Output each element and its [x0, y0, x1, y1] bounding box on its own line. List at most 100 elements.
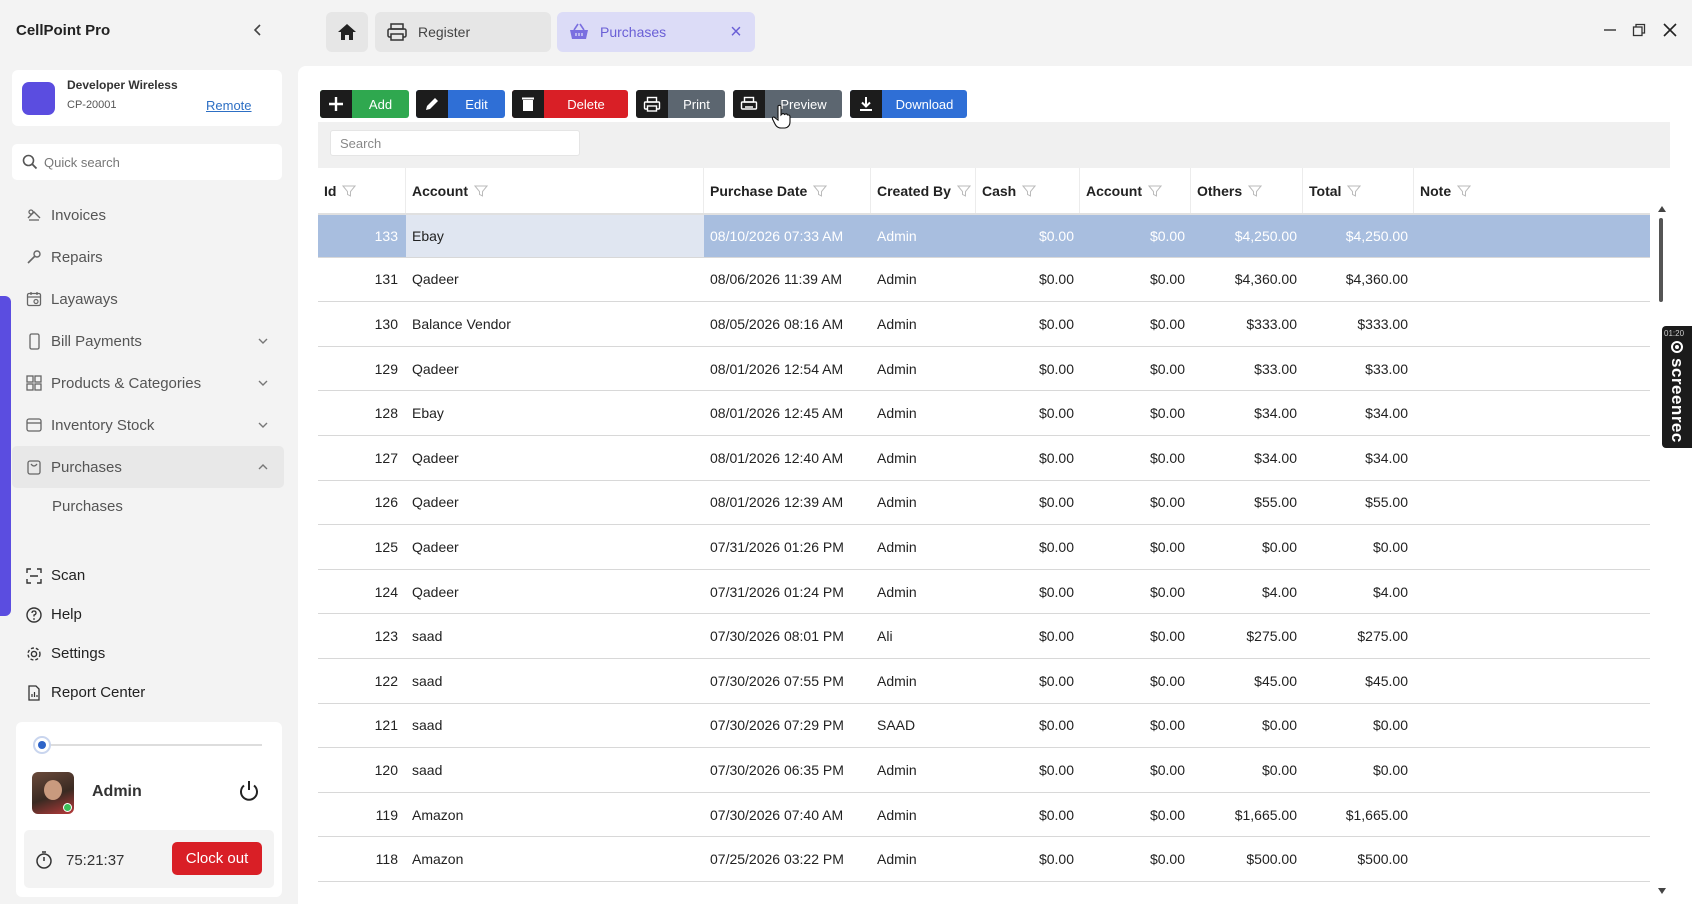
cell-others: $45.00: [1254, 672, 1297, 689]
filter-icon[interactable]: [956, 184, 971, 198]
clock-out-button[interactable]: Clock out: [172, 842, 262, 875]
table-row[interactable]: 119 Amazon 07/30/2026 07:40 AM Admin $0.00 $0…: [318, 793, 1650, 838]
stopwatch-icon: [36, 851, 52, 869]
download-icon: [850, 90, 882, 118]
recorder-label: screenrec: [1668, 358, 1687, 443]
filter-icon[interactable]: [1347, 184, 1362, 198]
close-window-button[interactable]: [1658, 18, 1682, 42]
cell-cash: $0.00: [1038, 494, 1074, 511]
power-button[interactable]: [236, 778, 262, 804]
wrench-icon: [24, 247, 44, 267]
table-row[interactable]: 120 saad 07/30/2026 06:35 PM Admin $0.00 $0.0…: [318, 748, 1650, 793]
sidebar-item-label: Settings: [51, 645, 106, 662]
avatar: [32, 772, 74, 814]
table-row[interactable]: 124 Qadeer 07/31/2026 01:24 PM Admin $0.00 $0…: [318, 570, 1650, 615]
column-header-account-amount[interactable]: Account: [1080, 168, 1191, 213]
table-row[interactable]: 133 Ebay 08/10/2026 07:33 AM Admin $0.00 $0.0…: [318, 213, 1650, 258]
cell-account-amount: $0.00: [1149, 271, 1185, 288]
user-card: Admin 75:21:37 Clock out: [16, 722, 282, 897]
edit-button[interactable]: Edit: [416, 90, 505, 118]
sidebar-item-settings[interactable]: Settings: [12, 634, 284, 673]
filter-icon[interactable]: [1248, 184, 1263, 198]
tab-register[interactable]: Register: [375, 12, 551, 52]
minimize-button[interactable]: [1598, 18, 1622, 42]
table-scrollbar[interactable]: [1656, 206, 1668, 894]
restore-button[interactable]: [1627, 18, 1651, 42]
table-row[interactable]: 127 Qadeer 08/01/2026 12:40 AM Admin $0.00 $0…: [318, 436, 1650, 481]
filter-icon[interactable]: [474, 184, 488, 198]
download-button[interactable]: Download: [850, 90, 967, 118]
sidebar-item-repairs[interactable]: Repairs: [12, 236, 284, 278]
cell-account: Ebay: [406, 215, 704, 257]
close-icon: [1663, 23, 1677, 37]
sidebar-item-invoices[interactable]: Invoices: [12, 194, 284, 236]
cell-total: $333.00: [1357, 315, 1408, 332]
trash-icon: [512, 90, 544, 118]
slider-handle[interactable]: [33, 736, 51, 754]
scrollbar-thumb[interactable]: [1659, 218, 1663, 302]
table-row[interactable]: 131 Qadeer 08/06/2026 11:39 AM Admin $0.00 $0…: [318, 258, 1650, 303]
column-header-id[interactable]: Id: [318, 168, 406, 213]
column-header-created-by[interactable]: Created By: [871, 168, 976, 213]
scroll-down-arrow-icon[interactable]: [1658, 888, 1666, 894]
tab-purchases[interactable]: Purchases ×: [557, 12, 755, 52]
add-button[interactable]: Add: [320, 90, 409, 118]
phone-icon: [24, 331, 44, 351]
table-row[interactable]: 121 saad 07/30/2026 07:29 PM SAAD $0.00 $0.00…: [318, 704, 1650, 749]
column-header-cash[interactable]: Cash: [976, 168, 1080, 213]
cell-purchase-date: 07/30/2026 07:55 PM: [710, 672, 844, 689]
table-row[interactable]: 122 saad 07/30/2026 07:55 PM Admin $0.00 $0.0…: [318, 659, 1650, 704]
delete-button[interactable]: Delete: [512, 90, 628, 118]
column-header-account[interactable]: Account: [406, 168, 704, 213]
home-tab[interactable]: [326, 12, 368, 52]
table-row[interactable]: 126 Qadeer 08/01/2026 12:39 AM Admin $0.00 $0…: [318, 481, 1650, 526]
close-tab-icon[interactable]: ×: [727, 22, 745, 42]
scroll-up-arrow-icon[interactable]: [1658, 206, 1666, 212]
print-button[interactable]: Print: [636, 90, 725, 118]
filter-icon[interactable]: [813, 184, 828, 198]
cell-total: $4,360.00: [1345, 271, 1408, 288]
table-row[interactable]: 128 Ebay 08/01/2026 12:45 AM Admin $0.00 $0.0…: [318, 391, 1650, 436]
cell-cash: $0.00: [1038, 672, 1074, 689]
cell-cash: $0.00: [1038, 583, 1074, 600]
table-row[interactable]: 118 Amazon 07/25/2026 03:22 PM Admin $0.00 $0…: [318, 837, 1650, 882]
column-header-purchase-date[interactable]: Purchase Date: [704, 168, 871, 213]
power-icon: [240, 781, 258, 801]
column-header-note[interactable]: Note: [1414, 168, 1650, 213]
table-row[interactable]: 130 Balance Vendor 08/05/2026 08:16 AM Admi…: [318, 302, 1650, 347]
sidebar-item-report-center[interactable]: Report Center: [12, 673, 284, 712]
remote-link[interactable]: Remote: [206, 98, 252, 113]
cell-note: [1414, 570, 1650, 614]
sidebar-item-purchases[interactable]: Purchases: [12, 446, 284, 488]
collapse-sidebar-button[interactable]: [248, 20, 268, 42]
table-row[interactable]: 125 Qadeer 07/31/2026 01:26 PM Admin $0.00 $0…: [318, 525, 1650, 570]
cell-created-by: Admin: [877, 271, 917, 288]
store-card: Developer Wireless CP-20001 Remote: [12, 70, 282, 126]
filter-icon[interactable]: [1022, 184, 1037, 198]
sidebar-subitem-purchases[interactable]: Purchases: [12, 488, 284, 524]
chevron-up-icon: [258, 464, 268, 470]
table-row[interactable]: 123 saad 07/30/2026 08:01 PM Ali $0.00 $0.00 $…: [318, 614, 1650, 659]
screen-recorder-widget[interactable]: 01:20 screenrec: [1662, 326, 1692, 448]
filter-icon[interactable]: [342, 184, 357, 198]
filter-icon[interactable]: [1457, 184, 1472, 198]
table-row[interactable]: 129 Qadeer 08/01/2026 12:54 AM Admin $0.00 $0…: [318, 347, 1650, 392]
store-avatar: [22, 82, 55, 115]
cell-purchase-date: 08/01/2026 12:54 AM: [710, 360, 844, 377]
cell-purchase-date: 07/31/2026 01:24 PM: [710, 583, 844, 600]
quick-search-input[interactable]: [44, 150, 274, 174]
sidebar-item-scan[interactable]: Scan: [12, 556, 284, 595]
sidebar-item-inventory-stock[interactable]: Inventory Stock: [12, 404, 284, 446]
sidebar-item-help[interactable]: Help: [12, 595, 284, 634]
sidebar-item-products-categories[interactable]: Products & Categories: [12, 362, 284, 404]
sidebar-item-layaways[interactable]: Layaways: [12, 278, 284, 320]
cell-created-by: Admin: [877, 449, 917, 466]
column-header-total[interactable]: Total: [1303, 168, 1414, 213]
sidebar-item-bill-payments[interactable]: Bill Payments: [12, 320, 284, 362]
grid-search-input[interactable]: [330, 130, 580, 156]
cell-account: Balance Vendor: [412, 315, 511, 332]
column-header-others[interactable]: Others: [1191, 168, 1303, 213]
pencil-icon: [416, 90, 448, 118]
filter-icon[interactable]: [1148, 184, 1162, 198]
cell-account-amount: $0.00: [1149, 717, 1185, 734]
